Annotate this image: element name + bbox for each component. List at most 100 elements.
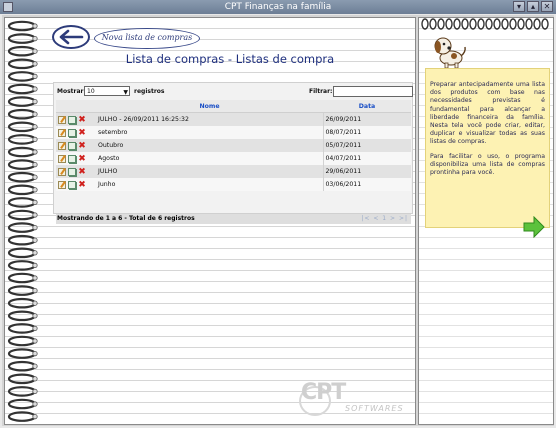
edit-icon[interactable] [58, 167, 66, 176]
row-actions: ✖ [56, 152, 96, 165]
spiral-ring [461, 18, 469, 30]
page-size-select[interactable]: 10 ▼ [84, 86, 130, 96]
pagination[interactable]: |< < 1 > >| [361, 214, 408, 224]
app-window: Nova lista de compras Lista de compras -… [2, 15, 554, 426]
spiral-ring [7, 260, 38, 271]
row-date: 04/07/2011 [323, 152, 411, 165]
spiral-ring [7, 159, 38, 170]
spiral-ring [421, 18, 429, 30]
edit-icon[interactable] [58, 115, 66, 124]
maximize-button[interactable]: ▴ [527, 1, 539, 12]
spiral-ring [509, 18, 517, 30]
duplicate-icon[interactable] [68, 154, 76, 163]
delete-icon[interactable]: ✖ [78, 115, 86, 124]
date-column-header[interactable]: Data [323, 100, 411, 113]
back-button[interactable] [52, 25, 90, 49]
window-controls: ▾ ▴ ✕ [513, 1, 553, 12]
spiral-ring [429, 18, 437, 30]
delete-icon[interactable]: ✖ [78, 141, 86, 150]
spiral-ring [7, 209, 38, 221]
spiral-ring [7, 272, 38, 284]
edit-icon[interactable] [58, 128, 66, 137]
spiral-ring [7, 222, 38, 233]
spiral-ring [437, 18, 445, 30]
table-footer: Mostrando de 1 a 6 - Total de 6 registro… [56, 214, 411, 224]
row-name[interactable]: JULHO [96, 165, 324, 178]
delete-icon[interactable]: ✖ [78, 154, 86, 163]
cpt-logo: CPT SOFTWARES [299, 380, 411, 416]
edit-icon[interactable] [58, 141, 66, 150]
table-controls: Mostrar 10 ▼ registros Filtrar: [56, 86, 413, 98]
minimize-button[interactable]: ▾ [513, 1, 525, 12]
logo-brand: CPT [301, 380, 346, 405]
app-icon [3, 2, 13, 12]
spiral-ring [7, 348, 38, 359]
spiral-ring [445, 18, 453, 30]
duplicate-icon[interactable] [68, 141, 76, 150]
spiral-ring [501, 18, 509, 30]
spiral-binding [7, 20, 38, 422]
spiral-ring [477, 18, 485, 30]
table-row[interactable]: ✖ Agosto 04/07/2011 [56, 152, 411, 165]
spiral-ring [7, 197, 38, 208]
row-date: 08/07/2011 [323, 126, 411, 139]
spiral-ring [517, 18, 525, 30]
duplicate-icon[interactable] [68, 167, 76, 176]
row-name[interactable]: Agosto [96, 152, 324, 165]
row-name[interactable]: setembro [96, 126, 324, 139]
edit-icon[interactable] [58, 180, 66, 189]
table-row[interactable]: ✖ Outubro 05/07/2011 [56, 139, 411, 152]
new-list-button[interactable]: Nova lista de compras [94, 28, 200, 49]
spiral-ring [7, 386, 38, 397]
records-summary: Mostrando de 1 a 6 - Total de 6 registro… [57, 215, 195, 222]
arrow-right-icon[interactable] [522, 216, 546, 238]
filter-input[interactable] [333, 86, 413, 97]
records-label: registros [134, 88, 165, 95]
table-row[interactable]: ✖ setembro 08/07/2011 [56, 126, 411, 139]
table-body: ✖ JULHO - 26/09/2011 16:25:32 26/09/2011 ✖ s… [56, 112, 411, 191]
delete-icon[interactable]: ✖ [78, 167, 86, 176]
row-actions: ✖ [56, 139, 96, 152]
spiral-ring [7, 184, 38, 196]
row-actions: ✖ [56, 112, 96, 126]
close-button[interactable]: ✕ [541, 1, 553, 12]
row-name[interactable]: Junho [96, 178, 324, 191]
row-name[interactable]: Outubro [96, 139, 324, 152]
delete-icon[interactable]: ✖ [78, 180, 86, 189]
spiral-ring [7, 285, 38, 296]
spiral-ring [7, 121, 38, 133]
edit-icon[interactable] [58, 154, 66, 163]
notebook-page: Nova lista de compras Lista de compras -… [4, 17, 416, 425]
page-title: Lista de compras - Listas de compra [125, 52, 335, 66]
filter-label: Filtrar: [309, 88, 333, 95]
actions-header [56, 100, 96, 113]
spiral-ring [7, 146, 38, 158]
name-column-header[interactable]: Nome [96, 100, 323, 113]
duplicate-icon[interactable] [68, 128, 76, 137]
table-row[interactable]: ✖ Junho 03/06/2011 [56, 178, 411, 191]
table-row[interactable]: ✖ JULHO - 26/09/2011 16:25:32 26/09/2011 [56, 112, 411, 126]
row-name[interactable]: JULHO - 26/09/2011 16:25:32 [96, 112, 324, 126]
row-actions: ✖ [56, 178, 96, 191]
spiral-ring [7, 83, 38, 95]
help-paragraph-2: Para facilitar o uso, o programa disponi… [430, 152, 545, 177]
delete-icon[interactable]: ✖ [78, 128, 86, 137]
spiral-ring [469, 18, 477, 30]
spiral-ring [533, 18, 541, 30]
spiral-ring [7, 20, 38, 32]
spiral-ring [7, 71, 38, 82]
row-date: 05/07/2011 [323, 139, 411, 152]
spiral-ring [7, 134, 38, 145]
duplicate-icon[interactable] [68, 115, 76, 124]
spiral-ring [485, 18, 493, 30]
spiral-ring [7, 398, 38, 410]
help-sidebar: Preparar antecipadamente uma lista dos p… [418, 17, 554, 425]
spiral-ring [541, 18, 549, 30]
dog-mascot-icon [434, 37, 466, 69]
spiral-ring [7, 234, 38, 246]
row-date: 03/06/2011 [323, 178, 411, 191]
table-row[interactable]: ✖ JULHO 29/06/2011 [56, 165, 411, 178]
duplicate-icon[interactable] [68, 180, 76, 189]
row-actions: ✖ [56, 165, 96, 178]
spiral-ring [7, 171, 38, 183]
